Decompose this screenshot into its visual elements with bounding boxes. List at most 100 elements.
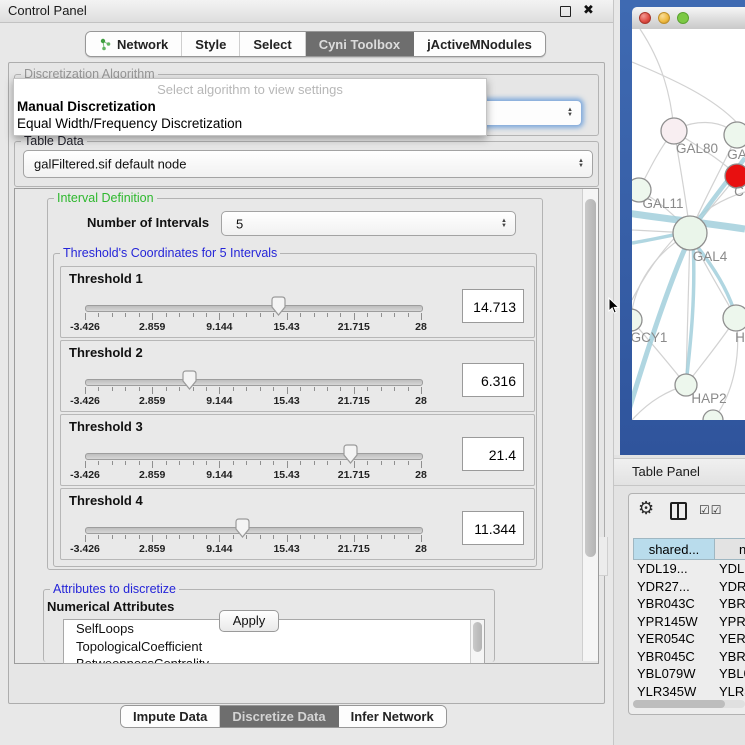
- numerical-attributes-label: Numerical Attributes: [47, 599, 174, 614]
- threshold-value-field[interactable]: 11.344: [462, 511, 524, 545]
- slider-tick-label: 15.43: [257, 469, 317, 481]
- network-node[interactable]: [724, 122, 745, 148]
- slider-tick: [166, 313, 167, 317]
- scrollbar-thumb[interactable]: [633, 700, 725, 708]
- table-row[interactable]: YPR145WYPR1: [633, 613, 745, 631]
- dropdown-option-equal-width[interactable]: Equal Width/Frequency Discretization: [17, 116, 242, 131]
- table-data-group: Table Data galFiltered.sif default node …: [14, 141, 599, 187]
- slider-track[interactable]: [85, 305, 423, 312]
- node-table: shared... n YDL19...YDL1YDR27...YDR2YBR0…: [633, 538, 745, 698]
- num-intervals-spinner[interactable]: 5 ▲▼: [221, 211, 516, 236]
- control-panel-titlebar: Control Panel ✖: [0, 0, 613, 23]
- split-columns-icon[interactable]: [670, 502, 687, 520]
- cell-name: YPR1: [719, 613, 745, 631]
- slider-tick: [327, 461, 328, 465]
- slider-tick-label: 15.43: [257, 395, 317, 407]
- slider-tick: [354, 387, 355, 394]
- network-node[interactable]: [632, 309, 642, 331]
- tab-jactivemnodules[interactable]: jActiveMNodules: [414, 32, 545, 56]
- node-label: HAP2: [691, 391, 726, 406]
- slider-tick: [206, 313, 207, 317]
- table-row[interactable]: YLR345WYLR3: [633, 683, 745, 699]
- apply-button[interactable]: Apply: [219, 610, 279, 632]
- slider-tick: [367, 535, 368, 539]
- slider-tick: [300, 313, 301, 317]
- network-view-window: GAL80GACGAL11GAL4GCY1HHAP2: [620, 0, 745, 455]
- tab-cyni-toolbox[interactable]: Cyni Toolbox: [306, 32, 414, 56]
- tab-discretize-data[interactable]: Discretize Data: [220, 706, 338, 727]
- slider-tick: [367, 387, 368, 391]
- table-row[interactable]: YDL19...YDL1: [633, 560, 745, 578]
- tab-select[interactable]: Select: [240, 32, 305, 56]
- slider-tick: [219, 313, 220, 320]
- tab-style[interactable]: Style: [182, 32, 240, 56]
- table-row[interactable]: YDR27...YDR2: [633, 578, 745, 596]
- slider-thumb[interactable]: [343, 444, 358, 464]
- tab-impute-data[interactable]: Impute Data: [121, 706, 220, 727]
- table-row[interactable]: YBR043CYBR0: [633, 595, 745, 613]
- slider-tick: [421, 461, 422, 468]
- slider-tick: [112, 535, 113, 539]
- vertical-scrollbar[interactable]: [582, 189, 598, 661]
- select-checkboxes-icon[interactable]: ☑☑: [699, 503, 723, 517]
- tab-network[interactable]: Network: [86, 32, 182, 56]
- float-window-icon[interactable]: [560, 6, 571, 17]
- list-scrollbar[interactable]: [470, 620, 484, 663]
- close-icon[interactable]: ✖: [583, 2, 594, 18]
- slider-tick: [394, 313, 395, 317]
- slider-tick: [340, 387, 341, 391]
- network-node[interactable]: [673, 216, 707, 250]
- column-header-name[interactable]: n: [715, 538, 745, 560]
- slider-tick: [98, 313, 99, 317]
- slider-tick: [152, 535, 153, 542]
- slider-tick: [166, 535, 167, 539]
- slider-tick: [273, 461, 274, 465]
- scrollbar-thumb[interactable]: [473, 622, 482, 652]
- slider-tick: [408, 461, 409, 465]
- scrollbar-thumb[interactable]: [585, 199, 596, 557]
- close-traffic-icon[interactable]: [639, 12, 651, 24]
- zoom-traffic-icon[interactable]: [677, 12, 689, 24]
- threshold-value-field[interactable]: 14.713: [462, 289, 524, 323]
- table-row[interactable]: YBL079W YBL0: [633, 665, 745, 683]
- slider-tick: [381, 461, 382, 465]
- tab-infer-network[interactable]: Infer Network: [339, 706, 446, 727]
- gear-icon[interactable]: ⚙: [638, 498, 654, 519]
- algorithm-dropdown-popup: Select algorithm to view settings Manual…: [13, 78, 487, 136]
- slider-thumb[interactable]: [235, 518, 250, 538]
- column-header-shared-name[interactable]: shared...: [633, 538, 715, 560]
- cell-name: YBL0: [719, 665, 745, 683]
- slider-track[interactable]: [85, 527, 423, 534]
- dropdown-option-manual[interactable]: Manual Discretization: [17, 99, 156, 114]
- threshold-label: Threshold 4: [69, 493, 143, 508]
- slider-tick: [152, 387, 153, 394]
- slider-tick-label: 9.144: [189, 543, 249, 555]
- attribute-list-item[interactable]: TopologicalCoefficient: [64, 638, 484, 656]
- table-panel: Table Panel ⚙ ☑☑ shared... n YDL19...YDL…: [614, 455, 745, 745]
- slider-thumb[interactable]: [271, 296, 286, 316]
- table-data-combobox[interactable]: galFiltered.sif default node ▲▼: [23, 150, 593, 178]
- slider-tick: [394, 461, 395, 465]
- slider-track[interactable]: [85, 453, 423, 460]
- network-node[interactable]: [723, 305, 745, 331]
- horizontal-scrollbar[interactable]: [633, 700, 745, 708]
- slider-tick-label: 9.144: [189, 469, 249, 481]
- table-row[interactable]: YER054CYER0: [633, 630, 745, 648]
- network-canvas[interactable]: GAL80GACGAL11GAL4GCY1HHAP2: [632, 29, 745, 420]
- slider-track[interactable]: [85, 379, 423, 386]
- slider-tick: [233, 387, 234, 391]
- slider-tick-label: -3.426: [55, 321, 115, 333]
- mouse-cursor: [608, 297, 620, 315]
- network-node[interactable]: [703, 410, 723, 420]
- minimize-traffic-icon[interactable]: [658, 12, 670, 24]
- attribute-list-item[interactable]: BetweennessCentrality: [64, 655, 484, 664]
- slider-tick: [179, 313, 180, 317]
- spinner-arrows-icon: ▲▼: [501, 219, 507, 229]
- threshold-value-field[interactable]: 21.4: [462, 437, 524, 471]
- cell-shared-name: YBL079W: [637, 665, 696, 683]
- threshold-value-field[interactable]: 6.316: [462, 363, 524, 397]
- table-row[interactable]: YBR045CYBR0: [633, 648, 745, 666]
- slider-thumb[interactable]: [182, 370, 197, 390]
- threshold-panel-1: Threshold 1-3.4262.8599.14415.4321.71528…: [60, 266, 535, 338]
- slider-tick: [381, 535, 382, 539]
